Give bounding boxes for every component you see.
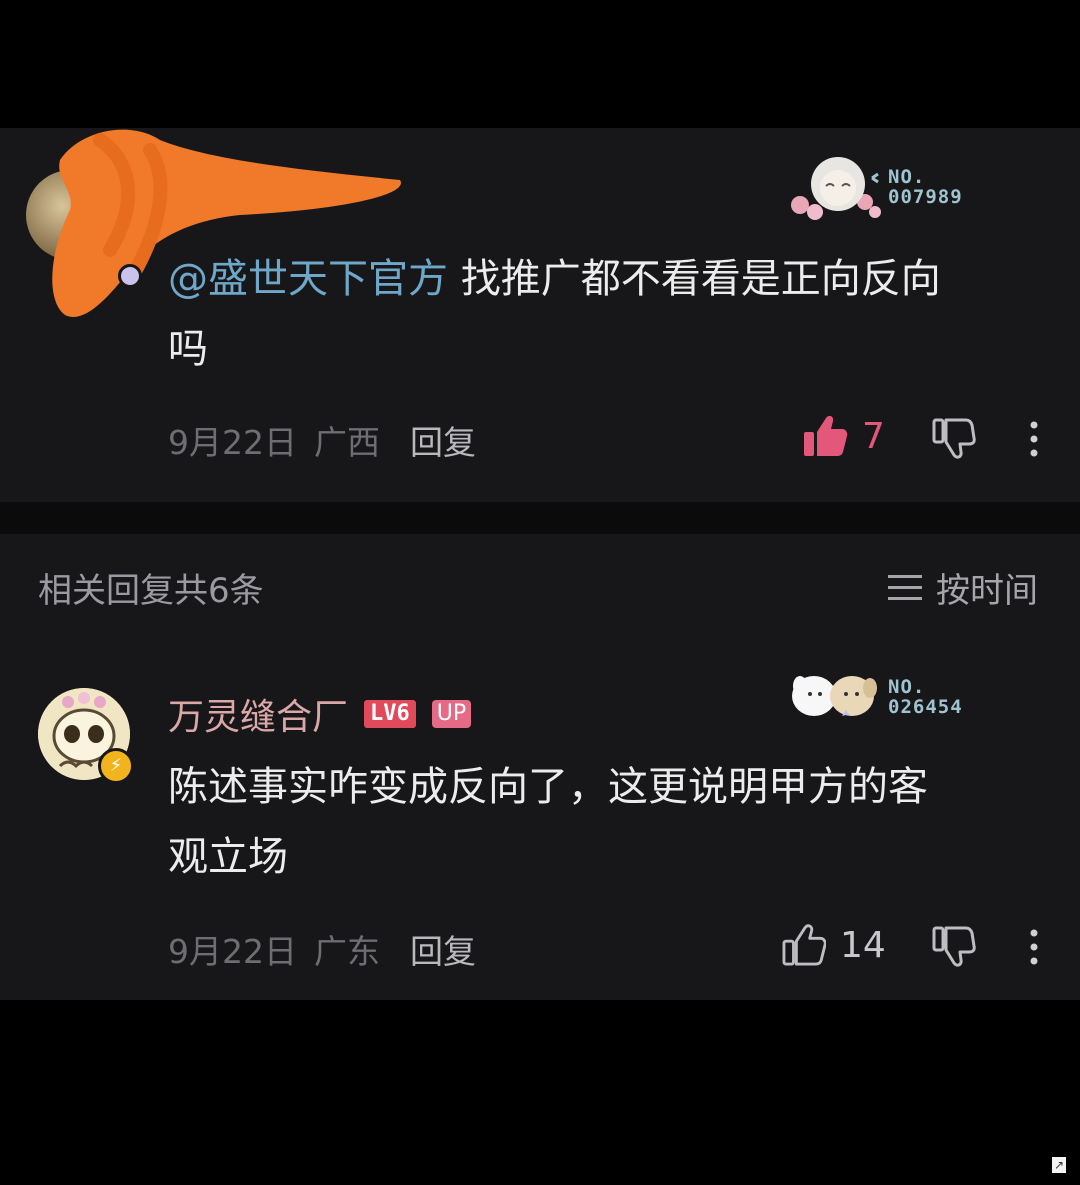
comment-text-line: 找推广都不看看是正向反向: [448, 256, 941, 302]
sort-button[interactable]: 按时间: [886, 563, 1038, 612]
like-count: 7: [862, 416, 885, 457]
fan-number: NO. 007989: [888, 167, 963, 207]
up-badge: UP: [431, 700, 472, 728]
thumbs-up-icon: [782, 924, 827, 966]
thumbs-up-icon: [804, 415, 848, 456]
mention-link[interactable]: @盛世天下官方: [168, 256, 448, 302]
comment-text-line: 吗: [168, 326, 208, 372]
fan-number-value: 007989: [888, 186, 963, 208]
reply-user-row: 万灵缝合厂 LV6 UP: [168, 688, 472, 740]
more-vertical-icon[interactable]: [1026, 928, 1042, 966]
comment-text-line: 陈述事实咋变成反向了，这更说明甲方的客: [168, 764, 928, 810]
comment-location: 广东: [314, 932, 380, 971]
reply-button[interactable]: 回复: [410, 925, 476, 973]
comment-body: 陈述事实咋变成反向了，这更说明甲方的客 观立场: [168, 752, 1068, 892]
fan-card-icon: [792, 676, 877, 716]
like-button[interactable]: [782, 924, 827, 970]
vip-lightning-icon: ⚡: [98, 748, 134, 784]
more-vertical-icon[interactable]: [1026, 420, 1042, 458]
thumbs-down-icon[interactable]: [932, 926, 976, 968]
comment-body: @盛世天下官方 找推广都不看看是正向反向 吗: [168, 244, 1048, 384]
thumbs-down-icon[interactable]: [932, 418, 976, 460]
fan-number-value: 026454: [888, 696, 963, 718]
sort-lines-icon: [888, 574, 922, 600]
level-badge: LV6: [364, 700, 416, 728]
like-button[interactable]: [802, 414, 848, 462]
replies-count-title: 相关回复共6条: [38, 571, 264, 611]
fan-number-label: NO.: [888, 676, 926, 698]
like-count: 14: [840, 925, 886, 966]
comment-text-line: 观立场: [168, 834, 288, 880]
comment-location: 广西: [314, 423, 380, 462]
reply-button[interactable]: 回复: [410, 416, 476, 464]
fan-card-icon: [791, 157, 881, 220]
sort-label: 按时间: [936, 571, 1038, 611]
fan-number: NO. 026454: [888, 677, 963, 717]
comment-date: 9月22日: [168, 932, 297, 971]
comment-date: 9月22日: [168, 423, 297, 462]
section-divider: [0, 502, 1080, 534]
avatar-badge: [118, 264, 142, 288]
username[interactable]: 万灵缝合厂: [168, 688, 348, 740]
corner-mark-icon: ↗: [1052, 1157, 1066, 1173]
fan-number-label: NO.: [888, 166, 926, 188]
